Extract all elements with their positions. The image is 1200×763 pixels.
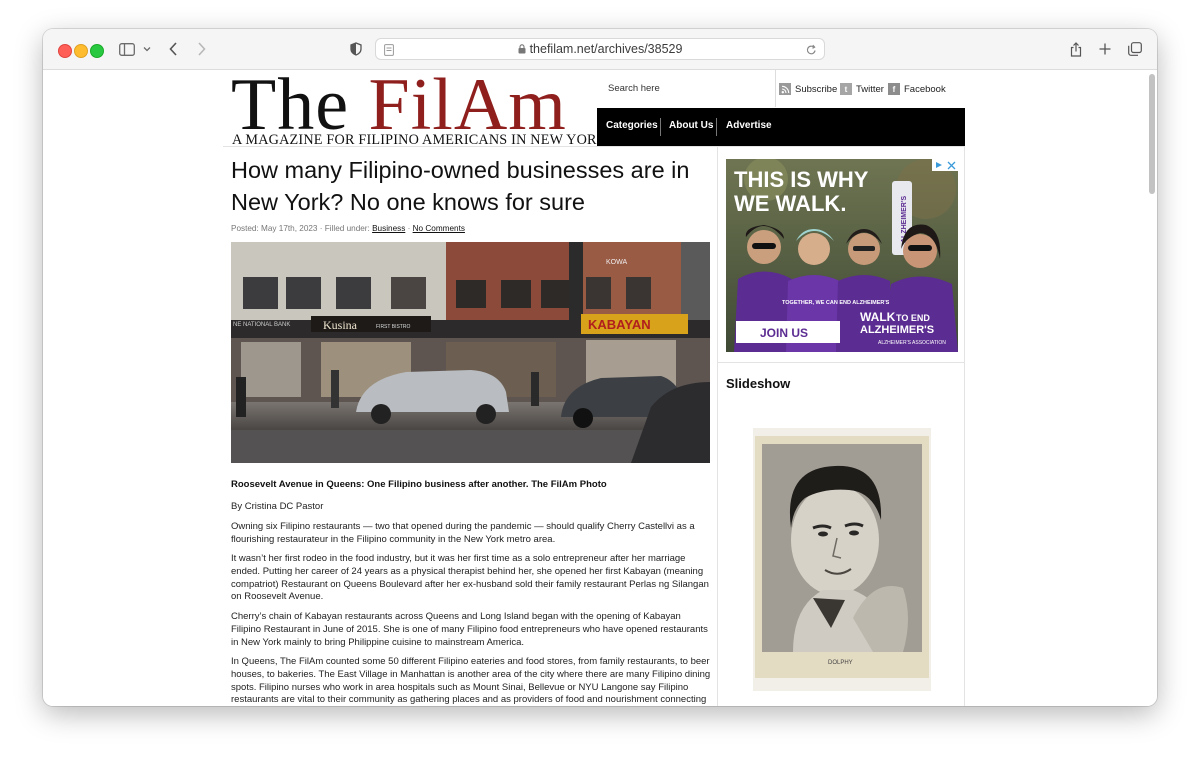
main-nav: Categories About Us Advertise — [597, 108, 965, 146]
ad-join-label: JOIN US — [760, 326, 808, 340]
facebook-icon: f — [888, 83, 900, 95]
article-paragraph: Cherry’s chain of Kabayan restaurants ac… — [231, 611, 708, 648]
article-meta: Posted: May 17th, 2023 · Filled under: B… — [231, 224, 465, 233]
privacy-shield-icon[interactable] — [348, 38, 364, 60]
sidebar-ad[interactable]: ALZHEIMER'S THIS IS WHY WE WALK. TOGETHE… — [726, 159, 958, 352]
ad-walk-text: WALK — [860, 310, 896, 324]
browser-toolbar: thefilam.net/archives/38529 — [43, 29, 1157, 70]
minimize-window-button[interactable] — [74, 44, 88, 58]
nav-divider — [660, 118, 661, 136]
twitter-label: Twitter — [856, 83, 884, 95]
close-window-button[interactable] — [58, 44, 72, 58]
byline: By Cristina DC Pastor — [231, 501, 324, 512]
header-divider — [775, 70, 776, 107]
zoom-window-button[interactable] — [90, 44, 104, 58]
new-tab-icon[interactable] — [1097, 38, 1113, 60]
kabayan-sign: KABAYAN — [588, 317, 651, 332]
facebook-link[interactable]: f Facebook — [888, 83, 946, 95]
sidebar-rule — [717, 362, 965, 363]
meta-separator: · — [405, 224, 413, 233]
ad-to-end-text: TO END — [896, 313, 930, 323]
ad-org-text: ALZHEIMER'S ASSOCIATION — [878, 340, 946, 346]
lock-icon — [518, 43, 526, 57]
nav-divider — [716, 118, 717, 136]
reload-icon[interactable] — [806, 43, 817, 61]
ad-choices-icon[interactable] — [932, 159, 958, 171]
address-bar[interactable]: thefilam.net/archives/38529 — [375, 38, 825, 60]
header-rule — [223, 146, 965, 147]
url-text: thefilam.net/archives/38529 — [529, 42, 683, 56]
category-link[interactable]: Business — [372, 224, 405, 233]
column-rule — [964, 147, 965, 706]
page-content: The FilAm A MAGAZINE FOR FILIPINO AMERIC… — [223, 70, 965, 706]
ad-shirt-text: TOGETHER, WE CAN END ALZHEIMER'S — [782, 300, 890, 306]
ad-headline-line2: WE WALK. — [734, 191, 846, 216]
subscribe-label: Subscribe — [795, 83, 838, 95]
article-paragraph: Owning six Filipino restaurants — two th… — [231, 521, 695, 545]
forward-icon[interactable] — [193, 38, 209, 60]
nav-categories[interactable]: Categories — [606, 120, 658, 131]
nav-about-us[interactable]: About Us — [669, 120, 713, 131]
twitter-link[interactable]: t Twitter — [840, 83, 884, 95]
url-display: thefilam.net/archives/38529 — [376, 42, 824, 57]
back-icon[interactable] — [165, 38, 181, 60]
kusina-sign: Kusina — [323, 318, 358, 332]
kusina-sub-sign: FIRST BISTRO — [376, 324, 410, 330]
browser-window: thefilam.net/archives/38529 The FilAm A … — [43, 29, 1157, 706]
article-title: How many Filipino-owned businesses are i… — [231, 157, 690, 215]
slide-caption: DOLPHY — [828, 660, 853, 666]
photo-caption: Roosevelt Avenue in Queens: One Filipino… — [231, 479, 607, 490]
article-paragraph: It wasn’t her first rodeo in the food in… — [231, 553, 709, 603]
vertical-scrollbar[interactable] — [1149, 74, 1155, 194]
twitter-icon: t — [840, 83, 852, 95]
ad-headline-line1: THIS IS WHY — [734, 167, 869, 192]
slideshow-image[interactable]: DOLPHY — [753, 428, 931, 691]
search-input[interactable]: Search here — [608, 83, 660, 94]
slideshow-title: Slideshow — [726, 376, 791, 391]
bank-sign: NE NATIONAL BANK — [233, 322, 290, 328]
comments-link[interactable]: No Comments — [413, 224, 465, 233]
web-viewport: The FilAm A MAGAZINE FOR FILIPINO AMERIC… — [43, 70, 1157, 706]
ad-alzheimers-text: ALZHEIMER'S — [860, 324, 934, 336]
column-rule — [717, 147, 718, 706]
rss-icon — [779, 83, 791, 95]
share-icon[interactable] — [1068, 38, 1084, 60]
facebook-label: Facebook — [904, 83, 946, 95]
chevron-down-icon[interactable] — [141, 38, 153, 60]
kowa-sign: KOWA — [606, 259, 627, 266]
tab-overview-icon[interactable] — [1126, 38, 1144, 60]
posted-text: Posted: May 17th, 2023 · Filled under: — [231, 224, 373, 233]
article-paragraph: In Queens, The FilAm counted some 50 dif… — [231, 656, 711, 706]
article-photo: Kusina FIRST BISTRO NE NATIONAL BANK KAB… — [231, 242, 710, 463]
subscribe-link[interactable]: Subscribe — [779, 83, 837, 95]
nav-advertise[interactable]: Advertise — [726, 120, 772, 131]
sidebar-toggle-icon[interactable] — [117, 38, 137, 60]
